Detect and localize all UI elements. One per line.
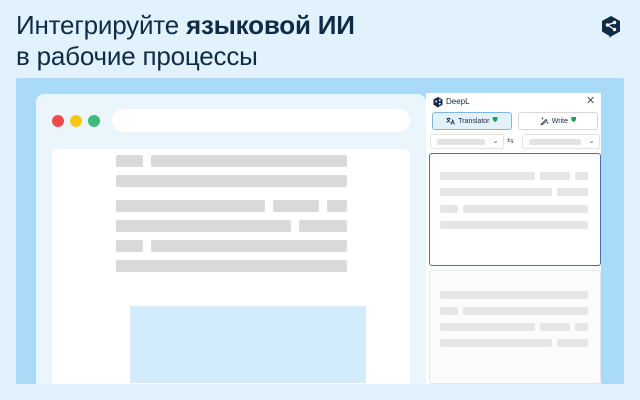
selected-text-placeholder [116,220,291,232]
selected-text-placeholder [116,260,347,272]
selected-text-placeholder [327,200,347,212]
text-placeholder [463,307,588,315]
source-language-select[interactable]: ⌄ [430,134,504,149]
text-placeholder [540,323,570,331]
source-language-placeholder [437,139,485,145]
text-placeholder [151,155,347,167]
translation-output-box [429,270,601,384]
text-placeholder [116,155,143,167]
headline-line-1: Интегрируйте языковой ИИ [16,10,355,41]
text-placeholder [440,172,535,180]
shield-check-icon: ⛊ [492,117,498,124]
text-placeholder [463,205,588,213]
tab-translator-label: Translator [458,117,490,125]
text-placeholder [440,307,458,315]
web-page [52,149,410,384]
illustration-stage: DeepL ✕ Translator ⛊ Write ⛊ ⌄ ⇆ ⌄ [16,78,624,384]
deepl-extension-panel: DeepL ✕ Translator ⛊ Write ⛊ ⌄ ⇆ ⌄ [426,93,601,384]
headline-prefix: Интегрируйте [16,10,186,40]
text-placeholder [440,323,535,331]
target-language-placeholder [529,139,581,145]
target-language-select[interactable]: ⌄ [522,134,600,149]
deepl-logo-icon [433,97,443,108]
maximize-window-dot[interactable] [88,115,100,127]
selected-text-placeholder [151,240,347,252]
text-placeholder [440,188,552,196]
text-placeholder [575,323,588,331]
minimize-window-dot[interactable] [70,115,82,127]
source-text-box[interactable] [429,153,601,266]
selected-text-placeholder [116,200,265,212]
headline-line-2: в рабочие процессы [16,41,258,71]
magic-pen-icon [540,117,549,125]
address-bar[interactable] [112,109,410,132]
headline-bold: языковой ИИ [185,10,355,40]
tab-write-label: Write [551,117,568,125]
chevron-down-icon: ⌄ [588,136,595,145]
tab-write[interactable]: Write ⛊ [518,112,598,130]
selected-text-placeholder [299,220,347,232]
close-window-dot[interactable] [52,115,64,127]
close-icon[interactable]: ✕ [586,94,595,107]
text-placeholder [116,175,347,187]
panel-title: DeepL [446,97,470,106]
chevron-down-icon: ⌄ [492,136,499,145]
window-controls [52,115,100,127]
shield-check-icon: ⛊ [570,117,577,124]
browser-window [36,94,426,384]
swap-languages-icon[interactable]: ⇆ [507,136,514,145]
text-placeholder [557,339,588,347]
text-placeholder [440,291,588,299]
text-placeholder [440,205,458,213]
text-placeholder [557,188,588,196]
deepl-logo-icon [602,16,620,38]
text-placeholder [440,339,552,347]
headline: Интегрируйте языковой ИИ в рабочие проце… [16,10,355,72]
translate-icon [446,117,456,125]
text-placeholder [575,172,588,180]
selected-text-highlight [130,306,366,383]
selected-text-placeholder [273,200,319,212]
selected-text-placeholder [116,240,143,252]
panel-header: DeepL ✕ [426,93,601,111]
text-placeholder [540,172,570,180]
tab-translator[interactable]: Translator ⛊ [432,112,512,130]
text-placeholder [440,221,588,229]
